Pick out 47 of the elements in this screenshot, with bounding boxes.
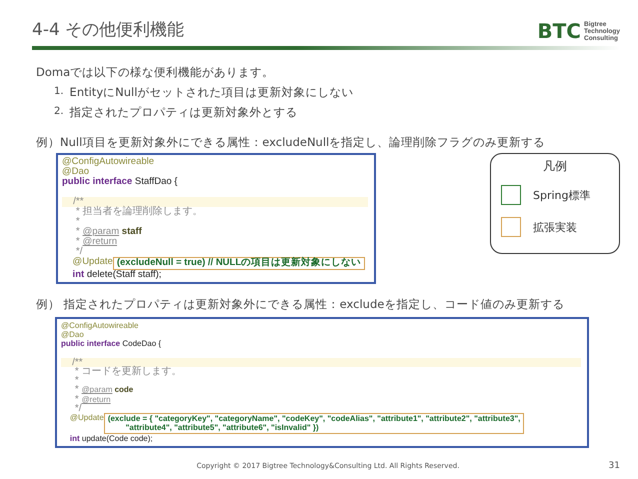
list-text: 指定されたプロパティは更新対象外とする [70, 104, 298, 121]
list-number: 1. [54, 85, 64, 99]
code-text: @param [82, 226, 120, 237]
code-text: /** [71, 356, 83, 368]
code-text: * [74, 236, 80, 247]
legend-label: 拡張実装 [533, 220, 577, 234]
logo-mark: BTC [537, 20, 581, 42]
code-text: @return [82, 236, 118, 247]
code-text: * コードを更新します。 [74, 366, 182, 377]
code-text: @ConfigAutowireable [62, 156, 154, 167]
code-text: int [72, 269, 86, 280]
legend-label: Spring標準 [533, 188, 590, 202]
code-text: staff [120, 226, 142, 237]
example-caption: 例）Null項目を更新対象外にできる属性：excludeNullを指定し、論理削除フラグのみ更新する [36, 134, 546, 151]
code-text: * [74, 375, 79, 386]
code-text: * [74, 216, 80, 227]
code-text: StaffDao { [134, 176, 178, 187]
code-text: */ [74, 246, 83, 257]
slide-title: 4-4 その他便利機能 [32, 20, 184, 42]
code-text: @Update [72, 256, 113, 267]
list-text: EntityにNullがセットされた項目は更新対象にしない [70, 84, 354, 101]
code-text: code [114, 385, 134, 394]
code-text: public interface [61, 339, 122, 348]
legend-title: 凡例 [542, 158, 568, 175]
example-caption: 例） 指定されたプロパティは更新対象外にできる属性：excludeを指定し、コード値のみ更新する [36, 296, 566, 313]
code-text: * [74, 226, 81, 237]
code-text: delete(Staff staff); [86, 269, 162, 280]
code-text: */ [74, 402, 82, 414]
code-text: * [74, 394, 79, 405]
code-text: public interface [62, 176, 134, 187]
intro-text: Domaでは以下の様な便利機能があります。 [36, 64, 276, 81]
list-number: 2. [54, 105, 64, 119]
code-text: update(Code code); [82, 434, 153, 444]
code-text: @Update [68, 413, 104, 422]
code-text: @param [82, 385, 112, 394]
code-text: @Dao [62, 166, 90, 177]
boxed-code-highlight: (exclude = { "categoryKey", "categoryName", "codeKey", "codeAlias", "attribute1", "attribute2", "attribute3", "attribute4", "attribute5", "attribute6", "isInvalid" }) [104, 413, 524, 434]
page-number: 31 [608, 460, 620, 471]
code-text: @return [82, 394, 111, 404]
code-text: @ConfigAutowireable [61, 321, 138, 330]
code-text: CodeDao { [122, 339, 162, 348]
code-text: /** [72, 196, 84, 207]
code-text: int [68, 434, 81, 444]
boxed-code-highlight: (excludeNull = true) // NULLの項目は更新対象にしない [112, 257, 366, 270]
code-text: * 担当者を論理削除します。 [74, 206, 203, 217]
code-text: @Dao [61, 330, 84, 340]
code-text: * [74, 384, 80, 396]
